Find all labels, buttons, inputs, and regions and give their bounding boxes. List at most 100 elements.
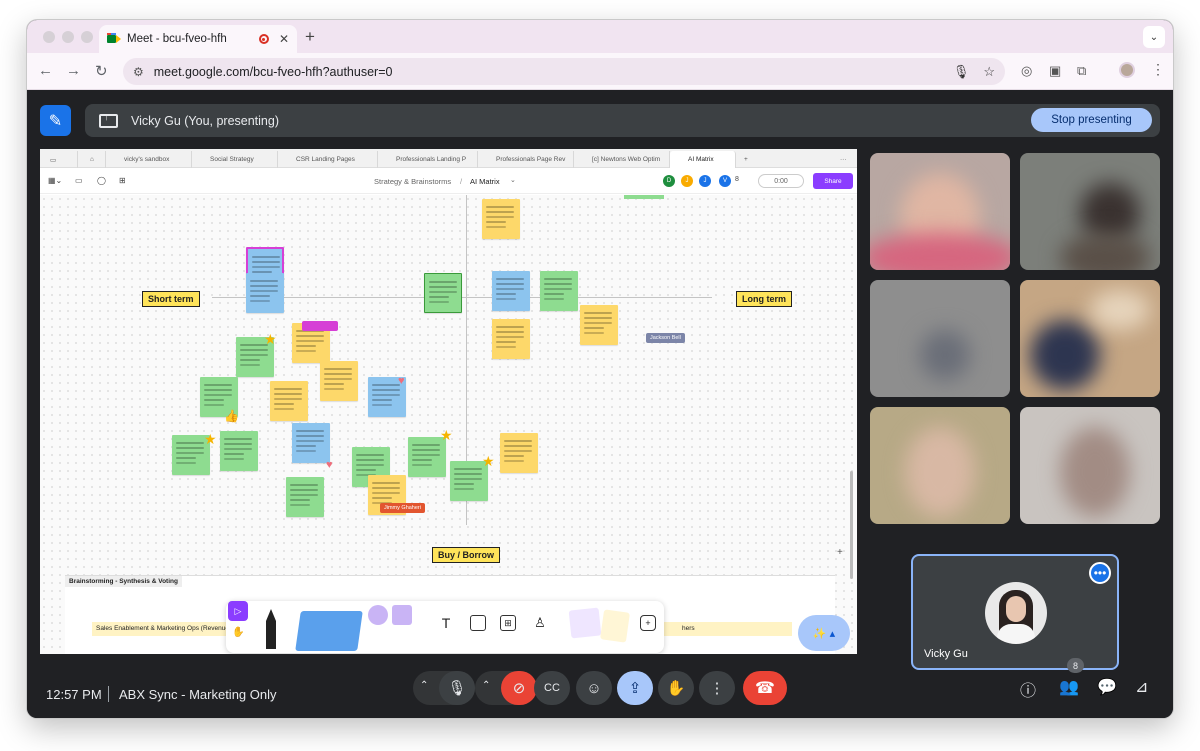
tab-search-icon[interactable]: ⌄: [1143, 26, 1165, 48]
hang-up-icon: ☎: [755, 680, 775, 697]
figjam-tab[interactable]: Social Strategy: [192, 151, 278, 168]
figjam-canvas[interactable]: Short term Long term Buy / Borrow ★ ★ ★ …: [40, 195, 857, 654]
figjam-new-tab-icon[interactable]: +: [740, 151, 756, 168]
meeting-details-icon[interactable]: ⓘ: [1020, 677, 1036, 701]
collaborator-avatar[interactable]: J: [681, 175, 693, 187]
extension-app-icon[interactable]: ▣: [1049, 63, 1061, 79]
browser-tab-meet[interactable]: Meet - bcu-fveo-hfh ✕: [99, 25, 297, 53]
extension-ai-icon[interactable]: ◎: [1021, 63, 1032, 79]
bookmark-star-icon[interactable]: ☆: [983, 64, 995, 80]
axis-label-long-term[interactable]: Long term: [736, 291, 792, 307]
figjam-file-name[interactable]: AI Matrix: [470, 177, 500, 186]
raise-hand-button[interactable]: ✋: [658, 671, 694, 705]
activities-icon[interactable]: ⊿: [1135, 677, 1148, 697]
figjam-timer[interactable]: 0:00: [758, 174, 804, 188]
figjam-add-icon[interactable]: ⊞: [119, 176, 126, 185]
section-tool-icon[interactable]: [470, 615, 486, 631]
figjam-tab[interactable]: Professionals Landing P: [378, 151, 478, 168]
sticky-note[interactable]: [220, 431, 258, 471]
ai-assist-button[interactable]: ✨ ▴: [798, 615, 850, 651]
sticky-note[interactable]: [500, 433, 538, 473]
figjam-home-icon[interactable]: ⌂: [84, 151, 106, 168]
figjam-comment-icon[interactable]: ◯: [97, 176, 106, 185]
sticky-note[interactable]: [286, 477, 324, 517]
participant-tile[interactable]: [1020, 153, 1160, 270]
more-options-button[interactable]: ⋮: [699, 671, 735, 705]
figjam-tab[interactable]: [c] Newtons Web Optim: [574, 151, 670, 168]
stop-presenting-button[interactable]: Stop presenting: [1031, 108, 1152, 132]
axis-label-buy-borrow[interactable]: Buy / Borrow: [432, 547, 501, 563]
sticky-note[interactable]: [580, 305, 618, 345]
captions-button[interactable]: CC: [534, 671, 570, 705]
sticky-note[interactable]: [320, 361, 358, 401]
self-tile[interactable]: Vicky Gu •••: [911, 554, 1119, 670]
table-tool-icon[interactable]: ⊞: [500, 615, 516, 631]
browser-menu-icon[interactable]: ⋮: [1151, 61, 1165, 78]
canvas-scrollbar[interactable]: [850, 471, 853, 579]
new-tab-icon[interactable]: +: [305, 27, 315, 47]
people-icon[interactable]: 👥: [1059, 677, 1079, 697]
chevron-down-icon[interactable]: ⌄: [510, 176, 516, 184]
figjam-breadcrumb[interactable]: Strategy & Brainstorms: [374, 177, 451, 186]
sticky-note[interactable]: [492, 271, 530, 311]
meet-companion-logo-icon[interactable]: ✎: [40, 105, 71, 136]
select-tool-icon[interactable]: ▷: [228, 601, 248, 621]
star-sticker-icon: ★: [440, 427, 453, 443]
sticky-note[interactable]: [292, 423, 330, 463]
leave-call-button[interactable]: ☎: [743, 671, 787, 705]
viewer-count[interactable]: 8: [735, 176, 739, 183]
sticky-note[interactable]: [540, 271, 578, 311]
figjam-tab[interactable]: Professionals Page Rev: [478, 151, 574, 168]
stamp-tool-icon[interactable]: ♙: [532, 615, 548, 631]
figjam-tab[interactable]: vicky's sandbox: [106, 151, 192, 168]
collaborator-avatar[interactable]: J: [699, 175, 711, 187]
participant-tile[interactable]: [1020, 407, 1160, 524]
axis-label-short-term[interactable]: Short term: [142, 291, 200, 307]
audio-settings-chevron-icon[interactable]: ⌃: [420, 680, 428, 691]
text-tool-icon[interactable]: T: [438, 615, 454, 631]
figjam-tab[interactable]: CSR Landing Pages: [278, 151, 378, 168]
profile-avatar[interactable]: [1119, 62, 1135, 78]
sticky-note[interactable]: [246, 273, 284, 313]
camera-off-button[interactable]: ⊘: [501, 671, 537, 705]
figjam-tab-active[interactable]: AI Matrix: [670, 151, 736, 168]
microphone-button[interactable]: 🎙: [439, 671, 475, 705]
figjam-more-icon[interactable]: ···: [836, 151, 854, 168]
collaborator-avatar[interactable]: D: [663, 175, 675, 187]
reactions-button[interactable]: ☺: [576, 671, 612, 705]
figjam-layout-icon[interactable]: ▭: [75, 176, 83, 185]
chat-icon[interactable]: 💬: [1097, 677, 1117, 697]
back-icon[interactable]: ←: [38, 62, 53, 79]
shape-tool-square-icon[interactable]: [392, 605, 412, 625]
sticky-note[interactable]: [424, 273, 462, 313]
video-settings-chevron-icon[interactable]: ⌃: [482, 680, 490, 691]
template-card-icon[interactable]: [600, 609, 630, 643]
figjam-sidebar-toggle[interactable]: ▭: [44, 151, 78, 168]
zoom-in-icon[interactable]: +: [837, 547, 843, 558]
participant-tile[interactable]: [870, 407, 1010, 524]
participant-tile[interactable]: [1020, 280, 1160, 397]
sticky-note-tool-icon[interactable]: [295, 611, 363, 651]
sticky-note[interactable]: [270, 381, 308, 421]
close-tab-icon[interactable]: ✕: [279, 32, 289, 46]
forward-icon[interactable]: →: [66, 62, 81, 79]
more-tools-plus-icon[interactable]: +: [640, 615, 656, 631]
participant-tile[interactable]: [870, 153, 1010, 270]
sticky-note[interactable]: [492, 319, 530, 359]
figjam-share-button[interactable]: Share: [813, 173, 853, 189]
tile-more-options-icon[interactable]: •••: [1089, 562, 1111, 584]
window-controls[interactable]: [43, 31, 93, 43]
reload-icon[interactable]: ↻: [95, 62, 108, 80]
shape-tool-circle-icon[interactable]: [368, 605, 388, 625]
present-button[interactable]: ⇪: [617, 671, 653, 705]
extensions-puzzle-icon[interactable]: ⧉: [1077, 63, 1086, 79]
figjam-menu-icon[interactable]: ▦⌄: [48, 176, 62, 185]
collaborator-avatar[interactable]: V: [719, 175, 731, 187]
microphone-icon[interactable]: 🎙: [953, 64, 970, 80]
sticky-note[interactable]: [482, 199, 520, 239]
address-bar[interactable]: ⚙ meet.google.com/bcu-fveo-hfh?authuser=…: [123, 58, 1005, 85]
template-card-icon[interactable]: [568, 607, 602, 639]
participant-tile[interactable]: [870, 280, 1010, 397]
site-info-icon[interactable]: ⚙: [133, 65, 144, 79]
hand-tool-icon[interactable]: ✋: [232, 627, 244, 638]
